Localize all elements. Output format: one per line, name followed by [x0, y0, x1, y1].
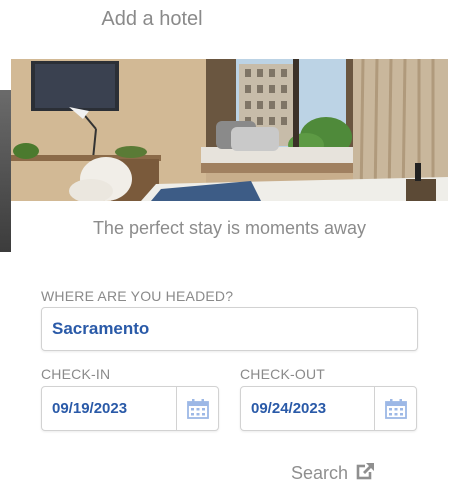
search-button[interactable]: Search: [291, 461, 376, 486]
tagline: The perfect stay is moments away: [92, 218, 367, 238]
checkout-value: 09/24/2023: [251, 400, 327, 417]
checkout-label: CHECK-OUT: [240, 366, 326, 382]
page-title: Add a hotel: [101, 8, 203, 30]
side-image-edge: [0, 90, 11, 252]
calendar-icon[interactable]: [374, 387, 416, 430]
destination-value: Sacramento: [52, 319, 150, 338]
destination-input[interactable]: Sacramento: [41, 307, 418, 351]
external-link-icon: [356, 461, 376, 486]
search-label: Search: [291, 463, 349, 483]
destination-label: WHERE ARE YOU HEADED?: [41, 288, 234, 304]
hotel-photo: [11, 59, 448, 201]
checkin-label: CHECK-IN: [41, 366, 111, 382]
checkin-input[interactable]: 09/19/2023: [41, 386, 219, 431]
calendar-icon[interactable]: [176, 387, 218, 430]
checkin-value: 09/19/2023: [52, 400, 128, 417]
checkout-input[interactable]: 09/24/2023: [240, 386, 417, 431]
